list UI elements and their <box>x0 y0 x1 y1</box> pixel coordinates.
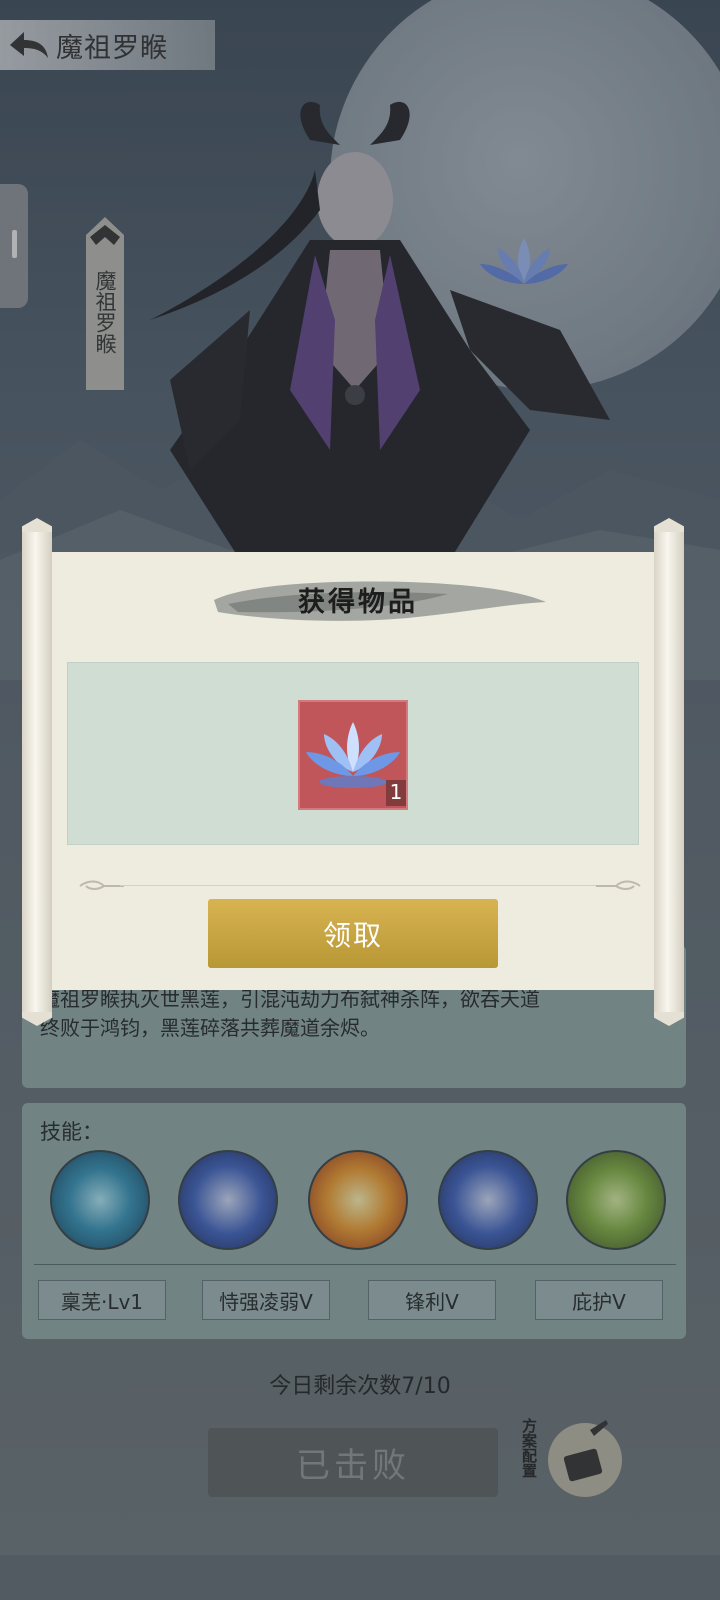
cloud-ornament-right <box>596 880 641 890</box>
dialog-title: 获得物品 <box>298 587 418 618</box>
claim-button[interactable]: 领取 <box>208 899 498 968</box>
dialog-divider <box>120 885 600 886</box>
reward-item-count: 1 <box>386 780 406 806</box>
scroll-rod-right <box>654 518 684 1016</box>
scroll-rod-left <box>22 518 52 1016</box>
cloud-ornament-left <box>79 880 124 890</box>
